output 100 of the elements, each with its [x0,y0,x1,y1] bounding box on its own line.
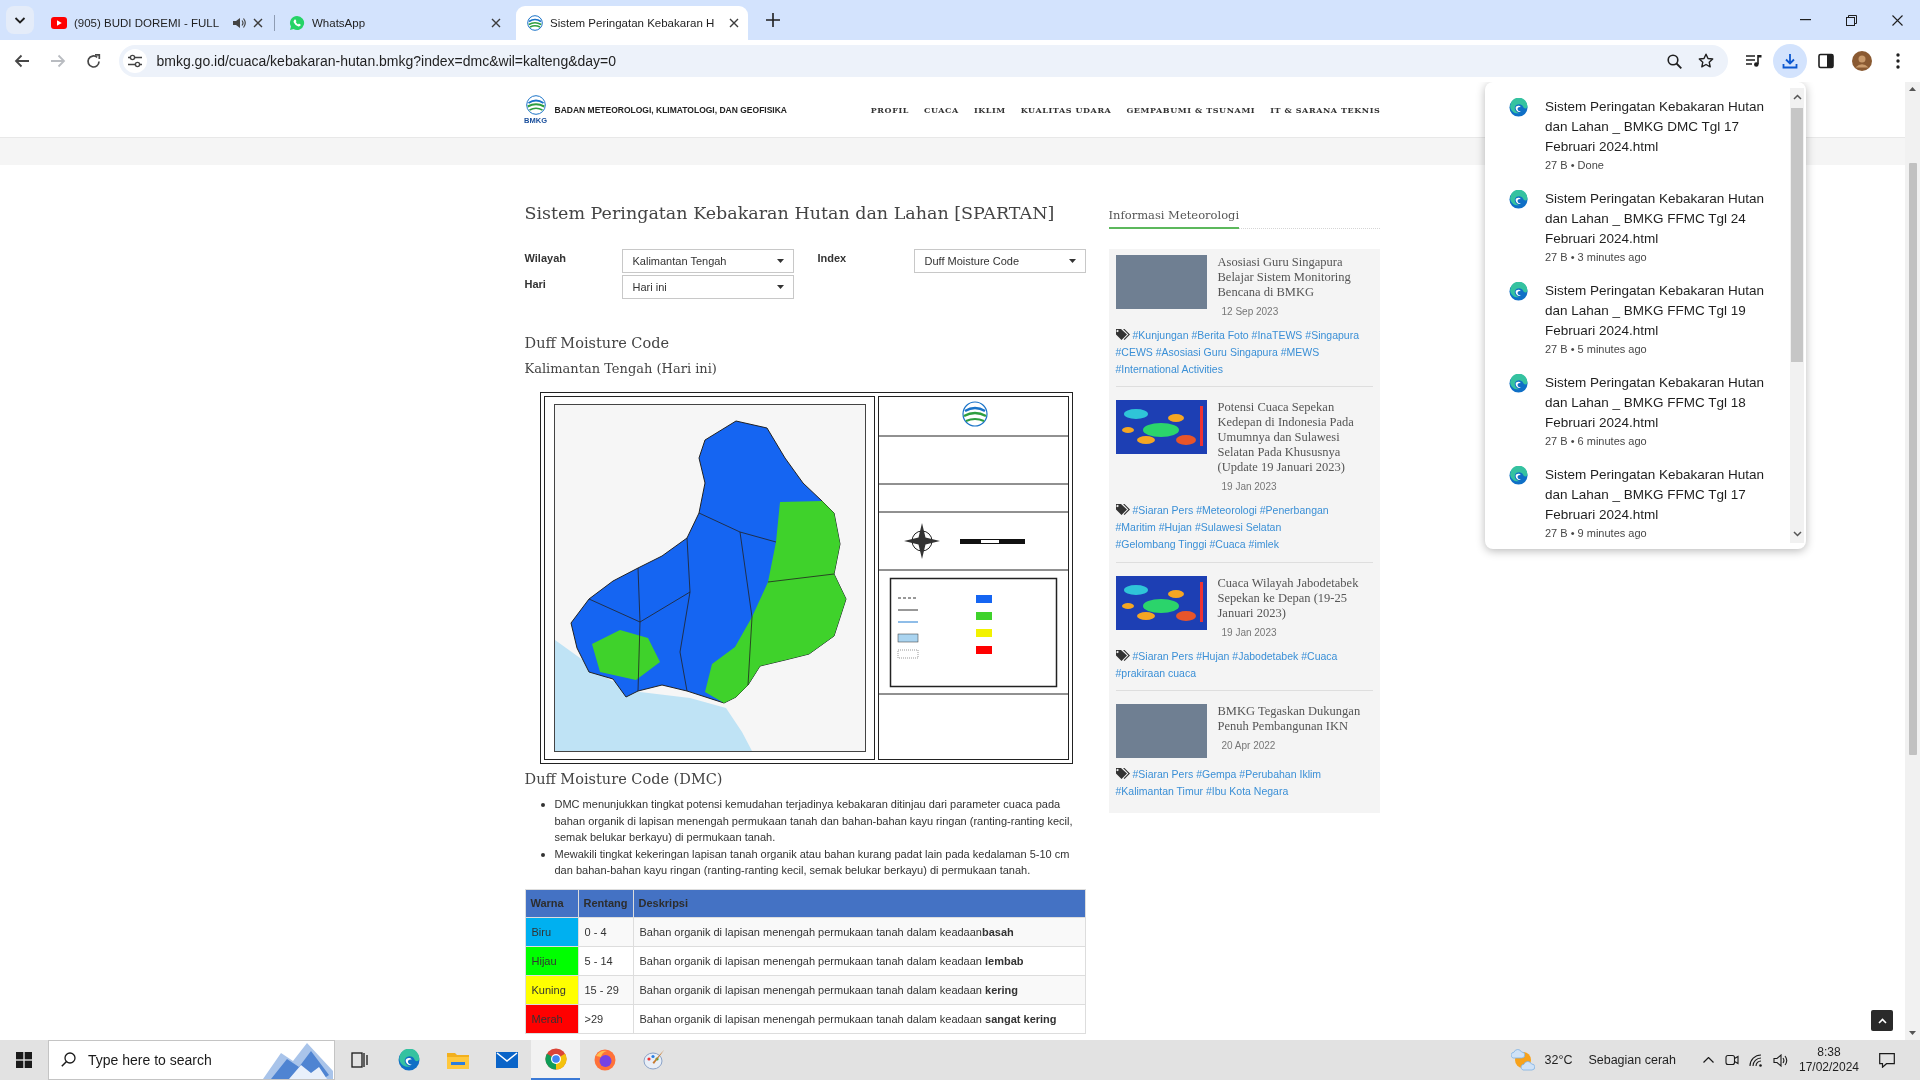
caret-icon [776,285,784,289]
paint-icon[interactable] [642,1049,665,1071]
browser-tab[interactable]: Sistem Peringatan Kebakaran H [516,6,748,40]
wifi-icon[interactable] [1749,1053,1763,1067]
tag-icon [1115,329,1130,340]
dropdown[interactable]: Hari ini [621,275,794,299]
table-cell: Bahan organik di lapisan menengah permukaan tanah dalam keadaan lembab [633,946,1085,976]
minimize-icon[interactable] [1799,19,1811,21]
close-icon[interactable] [1891,14,1903,26]
scrollbar-thumb[interactable] [1908,163,1917,755]
browser-logo-icon [1509,282,1528,301]
tag-icon [1115,504,1130,516]
plus-icon[interactable] [766,13,780,27]
chevron-down-icon[interactable] [6,6,34,34]
browser-icon[interactable] [544,1048,567,1070]
folder-icon[interactable] [446,1051,469,1069]
scrollbar[interactable] [1905,82,1920,1040]
close-icon[interactable] [491,18,501,28]
chevron-up-icon[interactable] [1702,1057,1714,1063]
speaker-icon[interactable] [232,17,246,29]
section-heading: Duff Moisture Code [524,334,670,353]
taskbar-button[interactable] [531,1040,580,1080]
chevron-up-icon [1877,1017,1887,1024]
download-file-name[interactable]: Sistem Peringatan Kebakaran Hutan dan Lahan _ BMKG FFMC Tgl 18 Februari 2024.html [1545,373,1777,433]
color-cell: Biru [525,917,578,947]
download-icon[interactable] [1782,53,1798,69]
nav-link[interactable]: IKLIM [973,104,1006,115]
column-header: Warna [525,889,578,918]
restore-icon[interactable] [1845,14,1857,26]
browser-icon[interactable] [397,1049,420,1071]
close-icon[interactable] [253,18,263,28]
paragraph: Mewakili tingkat kekeringan lapisan tanah organik atau bahan kurang padat lain pada kedalaman 5-10 cm dan bahan-bahan kayu ringan (ranting-ranting kecil, semak belukar berkayu) di permukaan tanah. [554,846,1071,879]
logo-icon[interactable] [525,94,546,115]
notification-icon[interactable] [1879,1052,1895,1068]
clock-date[interactable]: 17/02/2024 [1798,1060,1860,1075]
browser-tab[interactable]: (905) BUDI DOREMI - FULL [40,6,272,40]
envelope-icon[interactable] [495,1052,518,1068]
weather-map-drawing[interactable] [1115,575,1207,630]
caret-icon [1068,259,1076,263]
post-title[interactable]: Potensi Cuaca Sepekan Kedepan di Indonesia Pada Umumnya dan Sulawesi Selatan Pada Khususnya (Update 19 Januari 2023) [1217,400,1373,476]
photo-placeholder[interactable] [1115,704,1207,759]
toolbar-button[interactable] [1773,44,1807,78]
scrollbar[interactable] [1790,88,1804,543]
dropdown[interactable]: Duff Moisture Code [913,249,1086,273]
download-file-name[interactable]: Sistem Peringatan Kebakaran Hutan dan Lahan _ BMKG FFMC Tgl 17 Februari 2024.html [1545,465,1777,525]
close-icon[interactable] [729,18,739,28]
chevron-up-icon[interactable] [1792,94,1802,100]
color-cell: Merah [525,1004,578,1034]
task-view-icon[interactable] [350,1052,369,1068]
weather-condition[interactable]: Sebagian cerah [1588,1053,1676,1067]
tune-icon[interactable] [122,49,147,73]
post-date: 12 Sep 2023 [1221,305,1279,319]
download-status: 27 B • 6 minutes ago [1545,434,1647,449]
caret-icon [776,259,784,263]
browser-logo-icon [1509,374,1528,393]
table-cell: 5 - 14 [578,946,633,976]
media-icon[interactable] [1746,54,1762,68]
nav-link[interactable]: CUACA [924,104,959,115]
magnifier-icon[interactable] [1667,53,1682,69]
scrollbar-thumb[interactable] [1791,108,1803,362]
post-title[interactable]: BMKG Tegaskan Dukungan Penuh Pembangunan IKN [1217,704,1373,735]
clock-time[interactable]: 8:38 [1817,1045,1841,1060]
bullet-icon [540,852,545,857]
chevron-up-icon[interactable] [1909,87,1916,91]
weather-map-drawing[interactable] [1115,400,1207,455]
field-label: Wilayah [524,251,567,266]
nav-link[interactable]: KUALITAS UDARA [1020,104,1112,115]
back-arrow-icon[interactable] [14,54,30,68]
post-date: 19 Jan 2023 [1221,625,1277,640]
search-highlight-drawing[interactable] [263,1041,333,1079]
chevron-down-icon[interactable] [1792,531,1802,537]
download-file-name[interactable]: Sistem Peringatan Kebakaran Hutan dan Lahan _ BMKG FFMC Tgl 24 Februari 2024.html [1545,189,1777,249]
speaker-icon[interactable] [1772,1053,1788,1067]
browser-icon[interactable] [593,1049,616,1071]
post-title[interactable]: Asosiasi Guru Singapura Belajar Sistem Monitoring Bencana di BMKG [1217,255,1373,300]
scroll-to-top-button[interactable] [1871,1010,1893,1031]
nav-link[interactable]: GEMPABUMI & TSUNAMI [1126,104,1256,115]
chevron-down-icon[interactable] [1909,1031,1916,1035]
nav-link[interactable]: IT & SARANA TEKNIS [1270,104,1381,115]
post-date: 19 Jan 2023 [1221,480,1277,495]
download-file-name[interactable]: Sistem Peringatan Kebakaran Hutan dan Lahan _ BMKG DMC Tgl 17 Februari 2024.html [1545,97,1777,157]
reload-icon[interactable] [85,53,101,69]
post-title[interactable]: Cuaca Wilayah Jabodetabek Sepekan ke Depan (19-25 Januari 2023) [1217,575,1373,621]
address-bar[interactable]: bmkg.go.id/cuaca/kebakaran-hutan.bmkg?index=dmc&wil=kalteng&day=0 [118,45,1728,77]
column-header: Rentang [578,889,633,918]
temperature-text[interactable]: 32°C [1544,1053,1573,1067]
table-cell: Bahan organik di lapisan menengah permukaan tanah dalam keadaanbasah [633,917,1085,947]
organization-name[interactable]: BADAN METEOROLOGI, KLIMATOLOGI, DAN GEOFISIKA [554,104,787,115]
nav-link[interactable]: PROFIL [870,104,909,115]
browser-tab[interactable]: WhatsApp [278,6,510,40]
chat-icon [289,15,305,31]
side-panel-icon[interactable] [1818,53,1834,69]
menu-icon[interactable] [1896,53,1900,69]
windows-icon[interactable] [16,1052,32,1068]
field-label: Hari [524,277,547,292]
dropdown[interactable]: Kalimantan Tengah [621,249,794,273]
avatar-icon[interactable] [1852,51,1872,71]
video-camera-icon[interactable] [1725,1053,1739,1067]
download-file-name[interactable]: Sistem Peringatan Kebakaran Hutan dan Lahan _ BMKG FFMC Tgl 19 Februari 2024.html [1545,281,1777,341]
star-icon[interactable] [1698,53,1714,69]
